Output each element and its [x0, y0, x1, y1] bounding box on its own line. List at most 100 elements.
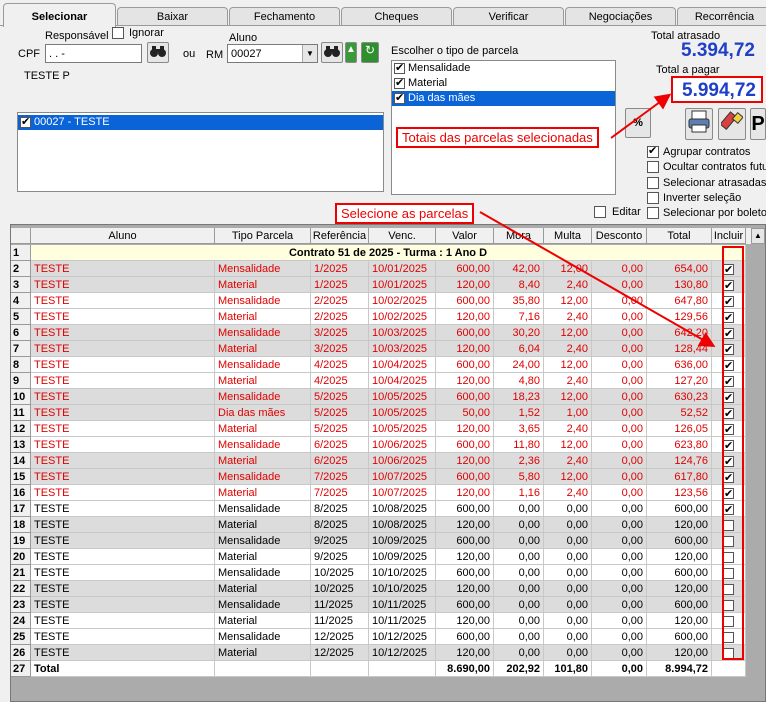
option-selecionar-atrasadas[interactable]: Selecionar atrasadas [647, 176, 766, 191]
column-header-venc-[interactable]: Venc. [369, 228, 436, 244]
refresh-button[interactable]: ↻ [361, 42, 379, 63]
cell-valor: 600,00 [436, 437, 494, 453]
parcela-option-check[interactable] [394, 91, 405, 106]
cell-aluno: TESTE [31, 565, 215, 581]
table-row[interactable]: 26 TESTE Material 12/2025 10/12/2025 120,00 0,… [11, 645, 746, 661]
parcelas-grid[interactable]: Aluno Tipo Parcela Referência Venc. Valor Mor… [10, 224, 766, 702]
table-row[interactable]: 25 TESTE Mensalidade 12/2025 10/12/2025 600,0… [11, 629, 746, 645]
column-header-multa[interactable]: Multa [544, 228, 592, 244]
column-header-valor[interactable]: Valor [436, 228, 494, 244]
print-button[interactable] [685, 108, 713, 140]
table-row[interactable]: 23 TESTE Mensalidade 11/2025 10/11/2025 600,0… [11, 597, 746, 613]
table-row[interactable]: 20 TESTE Material 9/2025 10/09/2025 120,00 0,0… [11, 549, 746, 565]
search-aluno-button[interactable] [321, 42, 343, 63]
table-row[interactable]: 15 TESTE Mensalidade 7/2025 10/07/2025 600,00… [11, 469, 746, 485]
parcela-option-check[interactable] [394, 76, 405, 91]
cell-desc: 0,00 [592, 565, 647, 581]
cell-tipo: Mensalidade [215, 533, 311, 549]
cell-aluno: TESTE [31, 629, 215, 645]
option-selecionar-por-boleto[interactable]: Selecionar por boleto [647, 206, 766, 221]
cell-tipo: Material [215, 373, 311, 389]
table-row[interactable]: 11 TESTE Dia das mães 5/2025 10/05/2025 50,00… [11, 405, 746, 421]
cell-aluno: TESTE [31, 597, 215, 613]
tab-selecionar[interactable]: Selecionar [3, 3, 116, 27]
table-row[interactable]: 3 TESTE Material 1/2025 10/01/2025 120,00 8,40… [11, 277, 746, 293]
column-header-desconto[interactable]: Desconto [592, 228, 647, 244]
parcela-option[interactable]: Mensalidade [392, 61, 615, 76]
cell-desc: 0,00 [592, 485, 647, 501]
table-row[interactable]: 13 TESTE Mensalidade 6/2025 10/06/2025 600,00… [11, 437, 746, 453]
tab-verificar[interactable]: Verificar [453, 7, 564, 26]
tab-cheques[interactable]: Cheques [341, 7, 452, 26]
table-row[interactable]: 18 TESTE Material 8/2025 10/08/2025 120,00 0,0… [11, 517, 746, 533]
option-check[interactable] [647, 144, 659, 159]
editar-checkbox[interactable] [594, 206, 606, 219]
table-row[interactable]: 22 TESTE Material 10/2025 10/10/2025 120,00 0,… [11, 581, 746, 597]
column-header-aluno[interactable]: Aluno [31, 228, 215, 244]
tab-recorr-ncia[interactable]: Recorrência [677, 7, 766, 26]
column-header-tipo-parcela[interactable]: Tipo Parcela [215, 228, 311, 244]
table-row[interactable]: 8 TESTE Mensalidade 4/2025 10/04/2025 600,00 2… [11, 357, 746, 373]
student-list-item[interactable]: 00027 - TESTE [18, 115, 383, 130]
option-check[interactable] [647, 192, 659, 205]
table-row[interactable]: 2 TESTE Mensalidade 1/2025 10/01/2025 600,00 4… [11, 261, 746, 277]
report-button[interactable]: P [750, 108, 766, 140]
binoculars-icon [150, 46, 166, 57]
table-row[interactable]: 9 TESTE Material 4/2025 10/04/2025 120,00 4,80… [11, 373, 746, 389]
cell-ref: 7/2025 [311, 485, 369, 501]
tab-fechamento[interactable]: Fechamento [229, 7, 340, 26]
option-ocultar-contratos-futuros[interactable]: Ocultar contratos futuros [647, 160, 766, 175]
tab-baixar[interactable]: Baixar [117, 7, 228, 26]
up-arrow-button[interactable]: ▲ [345, 42, 357, 63]
total-row[interactable]: 27 Total 8.690,00 202,92 101,80 0,00 8.994,72 [11, 661, 746, 677]
eraser-button[interactable] [718, 108, 746, 140]
table-row[interactable]: 7 TESTE Material 3/2025 10/03/2025 120,00 6,04… [11, 341, 746, 357]
group-row[interactable]: 1 Contrato 51 de 2025 - Turma : 1 Ano D [11, 245, 746, 261]
scroll-up-icon[interactable]: ▲ [751, 228, 765, 244]
cell-venc: 10/09/2025 [369, 549, 436, 565]
option-inverter-sele-o[interactable]: Inverter seleção [647, 191, 741, 206]
column-header-refer-ncia[interactable]: Referência [311, 228, 369, 244]
table-row[interactable]: 24 TESTE Material 11/2025 10/11/2025 120,00 0,… [11, 613, 746, 629]
table-row[interactable]: 5 TESTE Material 2/2025 10/02/2025 120,00 7,16… [11, 309, 746, 325]
table-row[interactable]: 17 TESTE Mensalidade 8/2025 10/08/2025 600,00… [11, 501, 746, 517]
editar-check-box[interactable] [594, 206, 606, 219]
table-row[interactable]: 6 TESTE Mensalidade 3/2025 10/03/2025 600,00 3… [11, 325, 746, 341]
ignorar-checkbox[interactable] [112, 27, 124, 40]
ou-label: ou [183, 48, 196, 60]
parcela-option[interactable]: Material [392, 76, 615, 91]
column-header-incluir[interactable]: Incluir [712, 228, 746, 244]
option-check[interactable] [647, 161, 659, 174]
student-check[interactable] [20, 115, 31, 130]
table-row[interactable]: 21 TESTE Mensalidade 10/2025 10/10/2025 600,0… [11, 565, 746, 581]
search-responsavel-button[interactable] [147, 42, 169, 63]
cell-tipo: Dia das mães [215, 405, 311, 421]
table-row[interactable]: 19 TESTE Mensalidade 9/2025 10/09/2025 600,00… [11, 533, 746, 549]
chevron-down-icon[interactable]: ▼ [302, 45, 317, 62]
cell-aluno: TESTE [31, 533, 215, 549]
table-row[interactable]: 4 TESTE Mensalidade 2/2025 10/02/2025 600,00 3… [11, 293, 746, 309]
percent-button[interactable]: % [625, 108, 651, 138]
table-row[interactable]: 16 TESTE Material 7/2025 10/07/2025 120,00 1,1… [11, 485, 746, 501]
ignorar-check-box[interactable] [112, 27, 124, 40]
tab-negocia-es[interactable]: Negociações [565, 7, 676, 26]
option-check[interactable] [647, 207, 659, 220]
cell-desc: 0,00 [592, 597, 647, 613]
parcela-option[interactable]: Dia das mães [392, 91, 615, 106]
cell-mora: 42,00 [494, 261, 544, 277]
cpf-input[interactable]: . . - [45, 44, 142, 63]
table-row[interactable]: 14 TESTE Material 6/2025 10/06/2025 120,00 2,3… [11, 453, 746, 469]
table-row[interactable]: 10 TESTE Mensalidade 5/2025 10/05/2025 600,00… [11, 389, 746, 405]
column-header-mora[interactable]: Mora [494, 228, 544, 244]
option-agrupar-contratos[interactable]: Agrupar contratos [647, 144, 750, 160]
option-check[interactable] [647, 177, 659, 190]
cell-ref: 9/2025 [311, 533, 369, 549]
cell-total: 123,56 [647, 485, 712, 501]
cell-tipo: Material [215, 517, 311, 533]
cell-ref: 8/2025 [311, 517, 369, 533]
student-list[interactable]: 00027 - TESTE [17, 112, 384, 192]
table-row[interactable]: 12 TESTE Material 5/2025 10/05/2025 120,00 3,6… [11, 421, 746, 437]
parcela-option-check[interactable] [394, 61, 405, 76]
column-header-total[interactable]: Total [647, 228, 712, 244]
cell-multa: 0,00 [544, 501, 592, 517]
